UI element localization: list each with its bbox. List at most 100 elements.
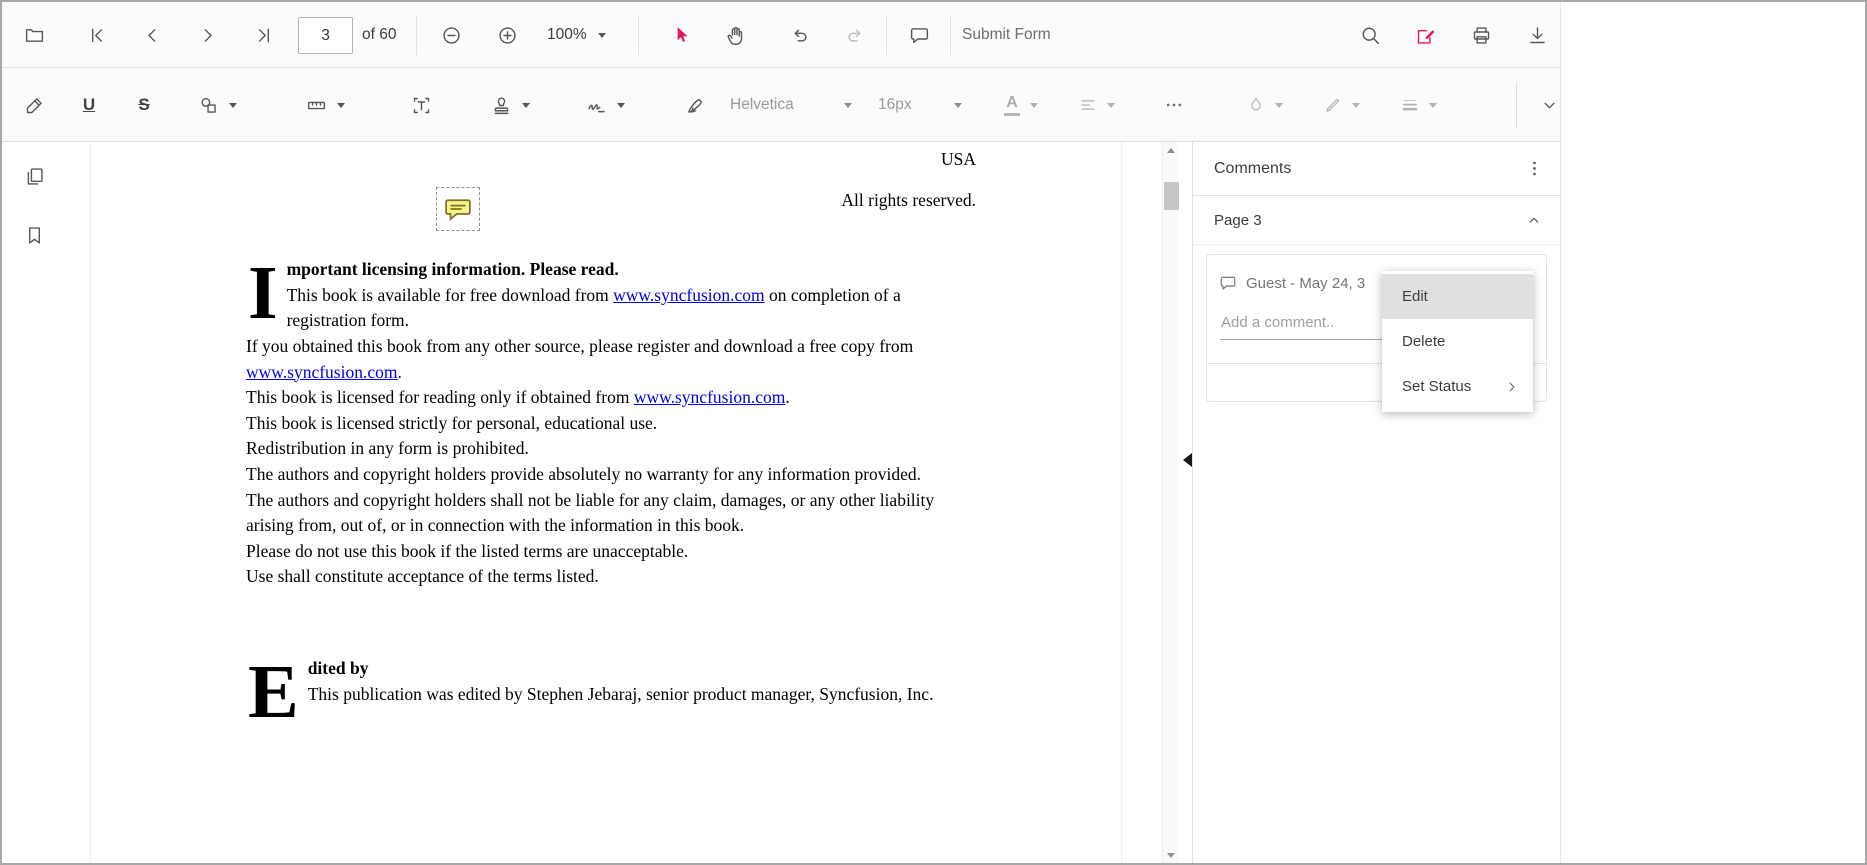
stamp-dropdown[interactable] <box>479 86 541 124</box>
stroke-color-icon <box>1324 96 1342 114</box>
ink-icon <box>685 95 706 116</box>
toolbar-separator <box>950 15 951 55</box>
zoom-level-dropdown[interactable]: 100% <box>547 16 606 54</box>
highlight-button[interactable] <box>15 86 53 124</box>
scroll-down-icon <box>1167 853 1175 858</box>
app-window: of 60 100% <box>0 0 1867 865</box>
organize-pages-button[interactable] <box>14 156 54 196</box>
redo-button[interactable] <box>836 16 874 54</box>
scroll-down-button[interactable] <box>1163 847 1179 863</box>
shapes-icon <box>198 95 219 116</box>
document-paragraph: Important licensing information. Please … <box>246 257 976 334</box>
comment-author: Guest - May 24, 3 <box>1246 275 1365 292</box>
sticky-note-annotation[interactable] <box>436 187 480 231</box>
stroke-color-dropdown[interactable] <box>1313 86 1371 124</box>
scroll-up-icon <box>1167 148 1175 153</box>
font-family-dropdown[interactable]: Helvetica <box>730 86 852 124</box>
chevron-up-icon <box>1525 211 1543 229</box>
zoom-out-button[interactable] <box>432 16 470 54</box>
document-paragraph: Edited byThis publication was edited by … <box>246 656 976 707</box>
zoom-in-icon <box>497 25 518 46</box>
caret-down-icon <box>1429 103 1437 108</box>
search-icon <box>1360 25 1381 46</box>
text-selection-tool-button[interactable] <box>662 16 700 54</box>
document-paragraph: This book is licensed strictly for perso… <box>246 411 976 437</box>
calibrate-dropdown[interactable] <box>294 86 356 124</box>
hyperlink[interactable]: www.syncfusion.com <box>246 362 397 382</box>
zoom-in-button[interactable] <box>488 16 526 54</box>
highlight-icon <box>24 95 45 116</box>
body-text: Please do not use this book if the liste… <box>246 541 688 561</box>
document-page[interactable]: USA All rights reserved. Important licen… <box>90 142 1122 863</box>
print-button[interactable] <box>1462 16 1500 54</box>
toolbar-collapse-button[interactable] <box>1530 86 1568 124</box>
chevron-down-icon <box>1539 95 1560 116</box>
font-color-dropdown[interactable]: A <box>992 86 1050 124</box>
last-page-icon <box>253 25 274 46</box>
toolbar-separator <box>416 15 417 55</box>
download-button[interactable] <box>1518 16 1556 54</box>
shapes-dropdown[interactable] <box>186 86 248 124</box>
menu-item-edit[interactable]: Edit <box>1382 274 1533 319</box>
collapse-group-button[interactable] <box>1516 202 1552 238</box>
annotation-toolbar-toggle-button[interactable] <box>1406 16 1444 54</box>
font-size-dropdown[interactable]: 16px <box>878 86 962 124</box>
caret-down-icon <box>229 103 237 108</box>
caret-down-icon <box>337 103 345 108</box>
vertical-scrollbar[interactable] <box>1162 142 1179 863</box>
open-file-button[interactable] <box>15 16 53 54</box>
caret-down-icon <box>1107 103 1115 108</box>
add-comment-button[interactable] <box>900 16 938 54</box>
more-options-icon <box>1164 95 1184 115</box>
pan-tool-button[interactable] <box>716 16 754 54</box>
underline-button[interactable]: U <box>70 86 108 124</box>
hyperlink[interactable]: www.syncfusion.com <box>613 285 764 305</box>
comments-options-button[interactable] <box>1516 151 1552 187</box>
first-page-button[interactable] <box>78 16 116 54</box>
search-button[interactable] <box>1351 16 1389 54</box>
thickness-dropdown[interactable] <box>1390 86 1448 124</box>
organize-pages-icon <box>24 166 45 187</box>
text-align-dropdown[interactable] <box>1068 86 1126 124</box>
scroll-up-button[interactable] <box>1163 142 1179 158</box>
free-text-button[interactable] <box>402 86 440 124</box>
document-paragraph: Use shall constitute acceptance of the t… <box>246 564 976 590</box>
first-page-icon <box>87 25 108 46</box>
comment-context-menu: Edit Delete Set Status <box>1382 271 1533 412</box>
chevron-right-icon <box>1503 378 1521 396</box>
more-text-options-button[interactable] <box>1155 86 1193 124</box>
caret-down-icon <box>617 103 625 108</box>
pan-tool-icon <box>725 25 746 46</box>
redo-icon <box>845 25 866 46</box>
download-icon <box>1527 25 1548 46</box>
add-comment-input[interactable] <box>1220 314 1387 340</box>
last-page-button[interactable] <box>244 16 282 54</box>
toolbar-separator <box>886 15 887 55</box>
font-size-value: 16px <box>878 96 944 114</box>
strikethrough-icon: S <box>138 95 149 115</box>
signature-dropdown[interactable] <box>574 86 636 124</box>
page-number-input[interactable] <box>298 17 353 54</box>
hyperlink[interactable]: www.syncfusion.com <box>634 387 785 407</box>
body-text: . <box>785 387 789 407</box>
menu-item-delete[interactable]: Delete <box>1382 319 1533 364</box>
fill-color-dropdown[interactable] <box>1236 86 1294 124</box>
bookmarks-button[interactable] <box>14 215 54 255</box>
next-page-button[interactable] <box>188 16 226 54</box>
undo-button[interactable] <box>780 16 818 54</box>
submit-form-button[interactable]: Submit Form <box>962 2 1051 68</box>
body-text: . <box>397 362 401 382</box>
strikethrough-button[interactable]: S <box>125 86 163 124</box>
folder-open-icon <box>24 25 45 46</box>
panel-collapse-handle[interactable] <box>1183 453 1192 467</box>
scrollbar-thumb[interactable] <box>1164 182 1179 210</box>
ink-button[interactable] <box>676 86 714 124</box>
document-paragraph: Please do not use this book if the liste… <box>246 539 976 565</box>
previous-page-button[interactable] <box>133 16 171 54</box>
body-text: If you obtained this book from any other… <box>246 336 913 356</box>
menu-item-set-status[interactable]: Set Status <box>1382 364 1533 409</box>
body-text: This book is licensed for reading only i… <box>246 387 634 407</box>
main-toolbar: of 60 100% <box>2 2 1560 68</box>
calibrate-icon <box>306 95 327 116</box>
page-group-header[interactable]: Page 3 <box>1193 196 1560 245</box>
